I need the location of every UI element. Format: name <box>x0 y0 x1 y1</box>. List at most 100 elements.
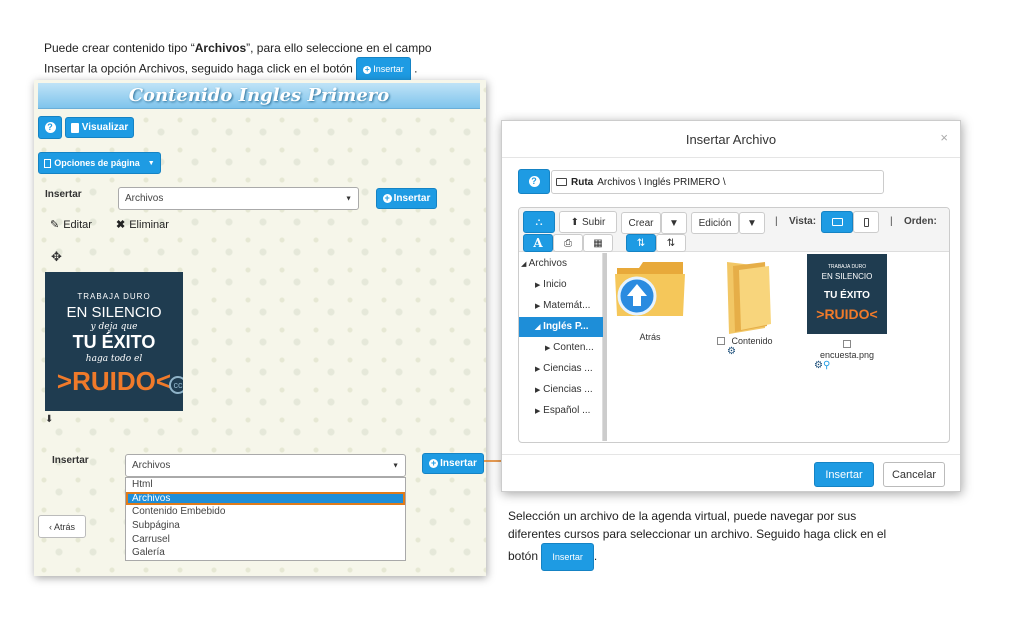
caret-right-icon: ▶ <box>535 282 541 289</box>
dropdown-option[interactable]: Contenido Embebido <box>126 505 405 519</box>
move-arrows-icon[interactable]: ✥ <box>51 249 62 265</box>
font-size-button[interactable]: A <box>523 234 553 252</box>
toolbar-separator: | <box>775 216 778 227</box>
question-icon: ? <box>44 122 56 133</box>
poster-image: TRABAJA DURO EN SILENCIO y deja que TU É… <box>45 272 183 411</box>
editar-action[interactable]: ✎ Editar <box>50 218 92 232</box>
tree-item[interactable]: ▶ Inicio <box>519 275 603 295</box>
folder-tree: ◢ Archivos ▶ Inicio ▶ Matemát... ◢ Inglé… <box>519 253 603 441</box>
inline-insertar-button: Insertar <box>541 543 594 571</box>
caret-right-icon: ▶ <box>545 345 551 352</box>
caret-right-icon: ▶ <box>535 387 541 394</box>
file-item-image[interactable]: TRABAJA DURO EN SILENCIO TU ÉXITO >RUIDO… <box>806 254 888 371</box>
page-editor-panel: Contenido Ingles Primero ? Visualizar Op… <box>34 80 486 576</box>
print-icon[interactable]: ⎙ <box>553 234 583 252</box>
folder-up-icon <box>615 262 685 316</box>
gear-icon[interactable]: ⚙ <box>715 346 775 357</box>
caret-down-icon: ▼ <box>147 159 155 167</box>
dropdown-option-selected[interactable]: Archivos <box>126 491 405 506</box>
monitor-icon <box>831 218 843 226</box>
plus-circle-icon: + <box>429 458 439 468</box>
modal-insert-button[interactable]: Insertar <box>814 462 874 487</box>
upload-icon: ⬆ <box>570 216 580 228</box>
opciones-pagina-button[interactable]: Opciones de página ▼ <box>38 152 161 174</box>
close-icon: ✖ <box>116 219 126 231</box>
instructions-top-line2: Insertar la opción Archivos, seguido hag… <box>44 57 504 82</box>
insertar-select[interactable]: Archivos ▼ <box>118 187 359 210</box>
select-caret-icon: ▼ <box>392 462 399 469</box>
orden-label: Orden: <box>904 216 937 227</box>
caret-right-icon: ▶ <box>535 408 541 415</box>
checkbox[interactable] <box>717 337 726 345</box>
tree-item[interactable]: ▶ Matemát... <box>519 296 603 316</box>
search-icon[interactable]: ⚲ <box>823 360 830 371</box>
desktop-view-button[interactable] <box>821 211 853 233</box>
dropdown-option[interactable]: Subpágina <box>126 519 405 533</box>
subir-button[interactable]: ⬆ Subir <box>559 211 617 233</box>
tree-item[interactable]: ◢ Archivos <box>519 254 603 274</box>
download-icon[interactable]: ⬇ <box>45 414 53 425</box>
file-item-folder[interactable]: Contenido ⚙ <box>715 256 775 357</box>
insertar-label: Insertar <box>45 189 82 200</box>
sort-asc-icon[interactable]: ⇅ <box>626 234 656 252</box>
folder-outline-icon <box>556 178 567 186</box>
chevron-left-icon: ‹ <box>48 521 52 532</box>
instructions-bold-word: Archivos <box>194 41 247 55</box>
instructions-bottom: Selección un archivo de la agenda virtua… <box>508 507 948 571</box>
checkbox[interactable] <box>843 340 851 348</box>
vista-label: Vista: <box>789 216 817 227</box>
modal-help-button[interactable]: ? <box>518 169 550 194</box>
edicion-caret-icon[interactable]: ▼ <box>739 212 765 234</box>
inline-insertar-button: + Insertar <box>356 57 411 82</box>
tree-scrollbar[interactable] <box>603 253 607 441</box>
toolbar-separator: | <box>890 216 893 227</box>
help-button[interactable]: ? <box>38 116 62 139</box>
file-browser: ⛬ ⬆ Subir Crear ▼ Edición ▼ | Vista: | Or… <box>518 207 950 443</box>
file-toolbar: ⛬ ⬆ Subir Crear ▼ Edición ▼ | Vista: | Or… <box>519 208 949 252</box>
instructions-top-line1: Puede crear contenido tipo “Archivos”, p… <box>44 41 432 55</box>
sitemap-icon: ⛬ <box>535 216 543 228</box>
document-icon <box>70 122 79 133</box>
image-thumbnail: TRABAJA DURO EN SILENCIO TU ÉXITO >RUIDO… <box>807 254 887 334</box>
dropdown-option[interactable]: Html <box>126 478 405 492</box>
folder-icon <box>727 262 771 334</box>
gear-icon[interactable]: ⚙ <box>814 360 823 371</box>
path-breadcrumb: Ruta Archivos \ Inglés PRIMERO \ <box>551 170 884 194</box>
sort-desc-icon[interactable]: ⇅ <box>656 234 686 252</box>
caret-right-icon: ▶ <box>535 366 541 373</box>
tree-view-button[interactable]: ⛬ <box>523 211 555 233</box>
back-button[interactable]: ‹ Atrás <box>38 515 86 538</box>
calendar-icon[interactable]: ▦ <box>583 234 613 252</box>
tree-item[interactable]: ▶ Ciencias ... <box>519 359 603 379</box>
select-caret-icon: ▼ <box>345 195 352 202</box>
caret-down-icon: ◢ <box>535 324 541 331</box>
file-text-icon <box>44 158 52 168</box>
insertar-button-2[interactable]: + Insertar <box>422 453 484 474</box>
instructions-top: Puede crear contenido tipo “Archivos”, p… <box>44 40 504 82</box>
eliminar-action[interactable]: ✖ Eliminar <box>116 218 169 232</box>
close-icon[interactable]: × <box>940 130 948 145</box>
poster-corner-logo: cc <box>169 376 183 394</box>
plus-circle-icon: + <box>363 65 372 74</box>
insert-file-modal: Insertar Archivo × ? Ruta Archivos \ Ing… <box>501 120 961 492</box>
tree-item-active[interactable]: ◢ Inglés P... <box>519 317 603 337</box>
dropdown-option[interactable]: Galería <box>126 546 405 560</box>
modal-footer: Insertar Cancelar <box>502 454 960 493</box>
page-title-banner: Contenido Ingles Primero <box>38 83 480 109</box>
caret-down-icon: ◢ <box>521 261 527 268</box>
tree-item[interactable]: ▶ Ciencias ... <box>519 380 603 400</box>
modal-cancel-button[interactable]: Cancelar <box>883 462 945 487</box>
tree-item[interactable]: ▶ Español ... <box>519 401 603 421</box>
crear-caret-icon[interactable]: ▼ <box>661 212 687 234</box>
caret-right-icon: ▶ <box>535 303 541 310</box>
visualizar-button[interactable]: Visualizar <box>65 117 134 138</box>
file-item-back[interactable]: Atrás <box>613 258 687 342</box>
insertar-select-open[interactable]: Archivos ▼ <box>125 454 406 477</box>
crear-button[interactable]: Crear <box>621 212 661 234</box>
mobile-view-button[interactable] <box>853 211 879 233</box>
dropdown-option[interactable]: Carrusel <box>126 533 405 547</box>
edicion-button[interactable]: Edición <box>691 212 739 234</box>
tree-item[interactable]: ▶ Conten... <box>519 338 603 358</box>
insertar-button[interactable]: + Insertar <box>376 188 437 209</box>
plus-circle-icon: + <box>382 193 392 203</box>
